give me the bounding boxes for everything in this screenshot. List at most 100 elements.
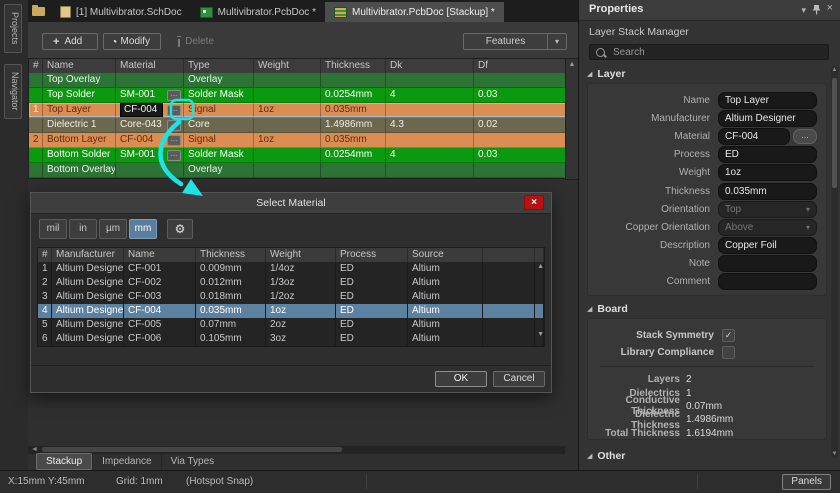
- col-header[interactable]: Source: [408, 248, 483, 262]
- modify-label: Modify: [121, 36, 150, 47]
- gear-icon[interactable]: ⚙: [167, 219, 193, 239]
- cancel-button[interactable]: Cancel: [493, 371, 545, 387]
- col-header[interactable]: Type: [184, 59, 254, 73]
- pin-icon[interactable]: [812, 4, 821, 17]
- features-button[interactable]: Features ▾: [463, 33, 567, 50]
- material-cell: SM-001 …: [116, 88, 184, 102]
- process-field[interactable]: ED: [718, 146, 817, 163]
- table-row-bottom-layer[interactable]: 2 Bottom Layer CF-004 … Signal 1oz 0.035…: [29, 133, 566, 148]
- close-icon[interactable]: ×: [827, 3, 833, 13]
- col-header[interactable]: Thickness: [321, 59, 386, 73]
- col-header[interactable]: Df: [474, 59, 566, 73]
- material-row-cf-003[interactable]: 3 Altium Designer CF-003 0.018mm 1/2oz E…: [38, 290, 544, 304]
- col-header[interactable]: Weight: [254, 59, 321, 73]
- unit-um-button[interactable]: µm: [99, 219, 127, 239]
- search-input[interactable]: [611, 46, 795, 59]
- material-browse-button[interactable]: …: [167, 90, 181, 101]
- table-row-top-layer-selected[interactable]: 1 Top Layer CF-004 … Signal 1oz 0.035mm: [29, 103, 566, 118]
- left-panel-rail: Projects Navigator: [0, 0, 29, 470]
- material-row-cf-005[interactable]: 5 Altium Designer CF-005 0.07mm 2oz ED A…: [38, 318, 544, 332]
- checkbox-library-compliance[interactable]: [722, 346, 735, 359]
- section-header-board[interactable]: ◢ Board: [587, 303, 628, 315]
- note-field[interactable]: [718, 255, 817, 272]
- copper-orientation-select: Above ▾: [718, 219, 817, 236]
- panels-button[interactable]: Panels: [782, 474, 831, 490]
- col-header[interactable]: Name: [124, 248, 196, 262]
- table-row-bottom-overlay[interactable]: Bottom Overlay Overlay: [29, 163, 566, 178]
- table-row-bottom-solder[interactable]: Bottom Solder SM-001 … Solder Mask 0.025…: [29, 148, 566, 163]
- pencil-icon: [113, 40, 116, 43]
- tab-multivibrator-stackup[interactable]: Multivibrator.PcbDoc [Stackup] *: [325, 2, 504, 22]
- col-header[interactable]: Dk: [386, 59, 474, 73]
- col-header[interactable]: Manufacturer: [52, 248, 124, 262]
- scroll-down-icon[interactable]: ▼: [537, 331, 544, 338]
- material-field[interactable]: CF-004: [718, 128, 790, 145]
- name-field[interactable]: Top Layer: [718, 92, 817, 109]
- tab-multivibrator-pcbdoc[interactable]: Multivibrator.PcbDoc *: [191, 2, 325, 22]
- material-cell-editing[interactable]: CF-004 …: [116, 103, 184, 117]
- chevron-down-icon[interactable]: ▾: [547, 34, 566, 49]
- description-field[interactable]: Copper Foil: [718, 237, 817, 254]
- tab-multivibrator-schdoc[interactable]: [1] Multivibrator.SchDoc: [51, 2, 191, 22]
- table-row-top-overlay[interactable]: Top Overlay Overlay: [29, 73, 566, 88]
- weight-field[interactable]: 1oz: [718, 164, 817, 181]
- modify-button[interactable]: Modify: [103, 33, 161, 50]
- tab-impedance[interactable]: Impedance: [92, 454, 160, 469]
- properties-header: Properties ▾ ×: [579, 0, 840, 21]
- search-box[interactable]: [589, 44, 829, 60]
- col-header[interactable]: Thickness: [196, 248, 266, 262]
- scroll-up-icon[interactable]: ▲: [537, 263, 544, 270]
- col-header[interactable]: #: [38, 248, 52, 262]
- material-row-cf-004-selected[interactable]: 4 Altium Designer CF-004 0.035mm 1oz ED …: [38, 304, 544, 318]
- select-material-dialog: Select Material × mil in µm mm ⚙ # Manuf…: [30, 192, 552, 393]
- grid-setting: Grid: 1mm: [116, 476, 163, 487]
- section-header-other[interactable]: ◢ Other: [587, 450, 625, 462]
- stat-dielectric-thickness: Dielectric Thickness 1.4986mm: [588, 413, 826, 426]
- material-row-cf-002[interactable]: 2 Altium Designer CF-002 0.012mm 1/3oz E…: [38, 276, 544, 290]
- table-vertical-scrollbar[interactable]: ▲: [565, 58, 579, 180]
- close-icon[interactable]: ×: [524, 195, 544, 210]
- material-browse-button[interactable]: …: [167, 135, 181, 146]
- material-row-cf-006[interactable]: 6 Altium Designer CF-006 0.105mm 3oz ED …: [38, 332, 544, 346]
- unit-mil-button[interactable]: mil: [39, 219, 67, 239]
- material-browse-button[interactable]: …: [167, 150, 181, 161]
- folder-icon[interactable]: [32, 7, 45, 16]
- sidebar-tab-projects[interactable]: Projects: [4, 4, 22, 53]
- checkbox-stack-symmetry[interactable]: ✓: [722, 329, 735, 342]
- scroll-down-icon[interactable]: ▼: [831, 451, 838, 457]
- col-header[interactable]: Weight: [266, 248, 336, 262]
- dialog-titlebar[interactable]: Select Material ×: [31, 193, 551, 214]
- unit-in-button[interactable]: in: [69, 219, 97, 239]
- delete-button[interactable]: Delete: [167, 33, 225, 50]
- comment-field[interactable]: [718, 273, 817, 290]
- table-row-top-solder[interactable]: Top Solder SM-001 … Solder Mask 0.0254mm…: [29, 88, 566, 103]
- section-header-layer[interactable]: ◢ Layer: [587, 68, 625, 80]
- scrollbar-thumb[interactable]: [832, 78, 837, 188]
- stackup-subtabs: Stackup Impedance Via Types: [36, 453, 223, 469]
- chevron-down-icon[interactable]: ▾: [801, 5, 806, 15]
- unit-mm-button[interactable]: mm: [129, 219, 157, 239]
- properties-scrollbar[interactable]: ▲ ▼: [831, 66, 838, 458]
- col-header[interactable]: Name: [43, 59, 116, 73]
- material-browse-button-active[interactable]: …: [167, 105, 181, 116]
- board-section-body: Stack Symmetry ✓ Library Compliance Laye…: [587, 318, 827, 440]
- scroll-up-icon[interactable]: ▲: [566, 59, 578, 71]
- tab-via-types[interactable]: Via Types: [161, 454, 224, 469]
- col-header[interactable]: #: [29, 59, 43, 73]
- tab-stackup[interactable]: Stackup: [36, 453, 92, 470]
- material-edit-field[interactable]: CF-004: [120, 103, 163, 117]
- table-row-dielectric-1[interactable]: Dielectric 1 Core-043 … Core 1.4986mm 4.…: [29, 118, 566, 133]
- scroll-up-icon[interactable]: ▲: [831, 67, 838, 73]
- material-row-cf-001[interactable]: 1 Altium Designer CF-001 0.009mm 1/4oz E…: [38, 262, 544, 276]
- layer-stack-table: # Name Material Type Weight Thickness Dk…: [28, 58, 567, 179]
- ok-button[interactable]: OK: [435, 371, 487, 387]
- scrollbar-thumb[interactable]: [42, 447, 342, 452]
- col-header[interactable]: Process: [336, 248, 408, 262]
- material-browse-button[interactable]: …: [167, 120, 181, 131]
- col-header[interactable]: Material: [116, 59, 184, 73]
- sidebar-tab-navigator[interactable]: Navigator: [4, 64, 22, 119]
- add-button[interactable]: + Add: [42, 33, 98, 50]
- thickness-field[interactable]: 0.035mm: [718, 183, 817, 200]
- material-browse-button[interactable]: …: [793, 129, 817, 144]
- manufacturer-field[interactable]: Altium Designer: [718, 110, 817, 127]
